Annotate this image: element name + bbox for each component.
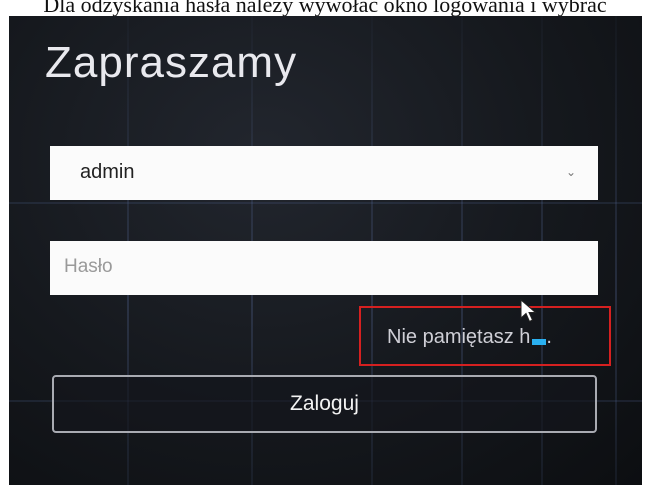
mouse-pointer-icon xyxy=(520,299,537,323)
forgot-password-link[interactable]: Nie pamiętasz h. xyxy=(387,326,552,349)
forgot-password-tail: . xyxy=(546,326,552,348)
chevron-down-icon[interactable]: ⌄ xyxy=(566,165,576,179)
grid-line xyxy=(615,16,617,485)
login-screen: Zapraszamy admin ⌄ Hasło Nie pamiętasz h… xyxy=(9,16,642,485)
forgot-password-label: Nie pamiętasz h xyxy=(387,326,531,348)
page-title: Zapraszamy xyxy=(45,38,298,87)
text-cursor-mark xyxy=(532,339,547,345)
document-caption: Dla odzyskania hasła należy wywołać okno… xyxy=(43,0,607,16)
password-placeholder: Hasło xyxy=(64,256,113,277)
grid-line xyxy=(9,202,642,204)
login-button[interactable]: Zaloguj xyxy=(52,375,597,433)
username-select[interactable]: admin ⌄ xyxy=(50,146,598,200)
username-value: admin xyxy=(80,161,135,183)
password-field[interactable]: Hasło xyxy=(50,241,598,295)
forgot-password-highlight: Nie pamiętasz h. xyxy=(359,306,611,366)
